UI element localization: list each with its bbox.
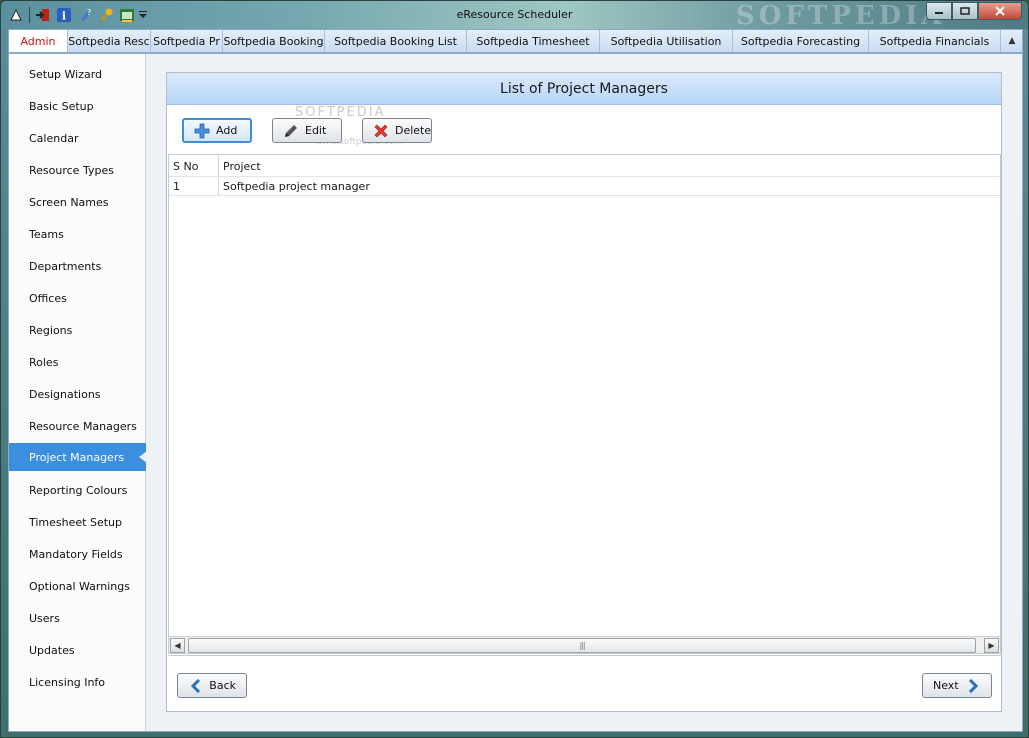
sidebar-item-roles[interactable]: Roles: [9, 348, 146, 376]
tab-admin[interactable]: Admin: [9, 30, 68, 52]
tab-softpedia-resource[interactable]: Softpedia Resc: [68, 30, 151, 52]
sidebar-item-reporting-colours[interactable]: Reporting Colours: [9, 476, 146, 504]
window-title: eResource Scheduler: [456, 8, 573, 21]
delete-button-label: Delete: [395, 124, 432, 137]
table-row[interactable]: 1 Softpedia project manager: [169, 177, 1000, 196]
column-header-project[interactable]: Project: [219, 155, 1000, 177]
sidebar-item-timesheet-setup[interactable]: Timesheet Setup: [9, 508, 146, 536]
back-button[interactable]: Back: [177, 673, 247, 698]
edit-button[interactable]: Edit: [272, 118, 342, 143]
maximize-icon: [960, 7, 970, 15]
cell-s-no: 1: [169, 177, 219, 196]
sidebar-item-offices[interactable]: Offices: [9, 284, 146, 312]
tab-softpedia-financials[interactable]: Softpedia Financials: [869, 30, 1001, 52]
sidebar-item-basic-setup[interactable]: Basic Setup: [9, 92, 146, 120]
sidebar-item-resource-managers[interactable]: Resource Managers: [9, 412, 146, 440]
sidebar-item-designations[interactable]: Designations: [9, 380, 146, 408]
pencil-icon: [283, 123, 299, 139]
module-tabs: Admin Softpedia Resc Softpedia Pr Softpe…: [8, 29, 1023, 53]
add-button[interactable]: Add: [182, 118, 252, 143]
project-managers-panel: List of Project Managers SOFTPEDIA www.s…: [166, 72, 1002, 712]
minimize-icon: [935, 12, 943, 14]
minimize-button[interactable]: [926, 2, 952, 20]
tab-softpedia-forecasting[interactable]: Softpedia Forecasting: [733, 30, 869, 52]
close-button[interactable]: [978, 2, 1022, 20]
scroll-left-icon[interactable]: ◀: [170, 638, 185, 653]
window-controls: [926, 2, 1022, 20]
sidebar-item-users[interactable]: Users: [9, 604, 146, 632]
delete-button[interactable]: Delete: [362, 118, 432, 143]
cell-project: Softpedia project manager: [223, 180, 370, 193]
tab-softpedia-project[interactable]: Softpedia Pr: [151, 30, 223, 52]
sidebar-item-mandatory-fields[interactable]: Mandatory Fields: [9, 540, 146, 568]
next-button[interactable]: Next: [922, 673, 992, 698]
sidebar-item-departments[interactable]: Departments: [9, 252, 146, 280]
sidebar-item-screen-names[interactable]: Screen Names: [9, 188, 146, 216]
edit-button-label: Edit: [305, 124, 327, 137]
sidebar-item-setup-wizard[interactable]: Setup Wizard: [9, 60, 146, 88]
scroll-right-icon[interactable]: ▶: [984, 638, 999, 653]
chevron-right-icon: [965, 678, 981, 694]
panel-title: List of Project Managers: [167, 73, 1001, 105]
sidebar-item-resource-types[interactable]: Resource Types: [9, 156, 146, 184]
footer-divider: [168, 655, 1001, 656]
tab-softpedia-utilisation[interactable]: Softpedia Utilisation: [600, 30, 733, 52]
app-window: SOFTPEDIA i ? eResource Scheduler Admin …: [0, 0, 1029, 738]
sidebar-item-optional-warnings[interactable]: Optional Warnings: [9, 572, 146, 600]
next-button-label: Next: [933, 679, 959, 692]
close-icon: [995, 6, 1005, 16]
grid-header: S No Project: [169, 155, 1000, 177]
column-header-s-no[interactable]: S No: [169, 155, 219, 177]
tab-scroll-up-icon[interactable]: ▲: [1005, 34, 1019, 48]
admin-sidebar: Setup Wizard Basic Setup Calendar Resour…: [9, 54, 147, 731]
title-bar: SOFTPEDIA i ? eResource Scheduler: [1, 1, 1028, 31]
chevron-left-icon: [188, 678, 203, 694]
delete-x-icon: [373, 123, 389, 139]
sidebar-item-teams[interactable]: Teams: [9, 220, 146, 248]
sidebar-item-calendar[interactable]: Calendar: [9, 124, 146, 152]
project-managers-grid: S No Project 1 Softpedia project manager…: [168, 154, 1001, 654]
sidebar-item-regions[interactable]: Regions: [9, 316, 146, 344]
sidebar-item-updates[interactable]: Updates: [9, 636, 146, 664]
tab-softpedia-timesheet[interactable]: Softpedia Timesheet: [467, 30, 600, 52]
scrollbar-thumb[interactable]: |||: [188, 638, 976, 653]
horizontal-scrollbar[interactable]: ◀ ||| ▶: [169, 636, 1000, 653]
sidebar-item-licensing-info[interactable]: Licensing Info: [9, 668, 146, 696]
tab-softpedia-booking[interactable]: Softpedia Booking: [223, 30, 325, 52]
tab-softpedia-booking-list[interactable]: Softpedia Booking List: [325, 30, 467, 52]
main-frame: Setup Wizard Basic Setup Calendar Resour…: [8, 53, 1023, 732]
plus-icon: [194, 123, 210, 139]
sidebar-item-project-managers[interactable]: Project Managers: [9, 443, 147, 471]
add-button-label: Add: [216, 124, 238, 137]
back-button-label: Back: [209, 679, 236, 692]
maximize-button[interactable]: [952, 2, 978, 20]
